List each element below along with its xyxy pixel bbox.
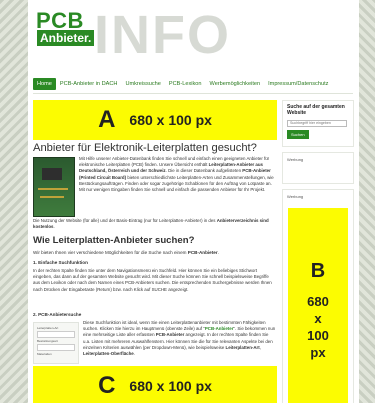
nav-item-home[interactable]: Home	[33, 78, 56, 90]
pcb-image	[33, 157, 75, 217]
search-form-thumbnail: Leiterplatten-Art Bestückungsart Materia…	[33, 322, 79, 364]
search-intro-paragraph: Wir bieten Ihnen vier verschiedene Mögli…	[33, 250, 219, 255]
usage-paragraph: Die Nutzung der Website (für alle) und d…	[33, 218, 269, 230]
ad-banner-a[interactable]: A 680 x 100 px	[33, 100, 277, 140]
heading-pcb-search: 2. PCB-Anbietersuche	[33, 312, 82, 317]
logo-info-text: INFO	[94, 5, 231, 65]
ad-c-size: 680 x 100 px	[129, 378, 212, 394]
ad-b-height: 100	[307, 328, 329, 343]
search-input[interactable]	[287, 120, 347, 127]
sidebar-ad-box-1: Werbung	[282, 152, 354, 184]
ad-b-width: 680	[307, 294, 329, 309]
nav-item-umkreissuche[interactable]: Umkreissuche	[121, 78, 164, 90]
nav-item-werbung[interactable]: Werbemöglichkeiten	[206, 78, 265, 90]
nav-item-impressum[interactable]: Impressum/Datenschutz	[264, 78, 332, 90]
ad-label: Werbung	[287, 194, 304, 199]
nav-divider	[33, 93, 353, 94]
heading-simple-search: 1. Einfache Suchfunktion	[33, 260, 88, 265]
nav-item-pcb-anbieter[interactable]: PCB-Anbieter in DACH	[56, 78, 122, 90]
page-background-right	[359, 0, 375, 403]
pcb-search-paragraph: Diese Suchfunktion ist ideal, wenn Sie e…	[83, 320, 276, 357]
ad-c-letter: C	[98, 372, 116, 399]
section-heading-search: Wie Leiterplatten-Anbieter suchen?	[33, 235, 195, 246]
sidebar-search-title: Suche auf der gesamten Website	[287, 104, 345, 116]
page-background-left	[0, 0, 28, 403]
ad-label: Werbung	[287, 157, 304, 162]
ad-a-size: 680 x 100 px	[129, 112, 212, 128]
ad-b-unit: px	[310, 345, 326, 360]
page-container: INFO PCB Anbieter. Home PCB-Anbieter in …	[28, 0, 359, 403]
logo-anbieter-text: Anbieter.	[37, 30, 95, 46]
main-navigation: Home PCB-Anbieter in DACH Umkreissuche P…	[33, 77, 353, 91]
sidebar-ad-box-2: Werbung B 680 x 100 px	[282, 189, 354, 403]
ad-banner-c[interactable]: C 680 x 100 px	[33, 366, 277, 403]
ad-b-letter: B	[310, 260, 326, 282]
ad-a-letter: A	[98, 106, 116, 133]
ad-banner-b[interactable]: B 680 x 100 px	[288, 208, 348, 403]
simple-search-paragraph: In der rechten Spalte finden Sie unter d…	[33, 268, 272, 292]
link-pcb-anbieter[interactable]: PCB-Anbieter	[205, 326, 234, 331]
search-button[interactable]: Suchen	[287, 130, 309, 139]
page-title: Anbieter für Elektronik-Leiterplatten ge…	[33, 142, 257, 154]
nav-item-lexikon[interactable]: PCB-Lexikon	[165, 78, 206, 90]
intro-paragraph: Mit Hilfe unserer Anbieter-Datenbank fin…	[79, 156, 274, 193]
sidebar-search-box: Suche auf der gesamten Website Suchen	[282, 100, 354, 147]
ad-b-x: x	[314, 311, 322, 326]
